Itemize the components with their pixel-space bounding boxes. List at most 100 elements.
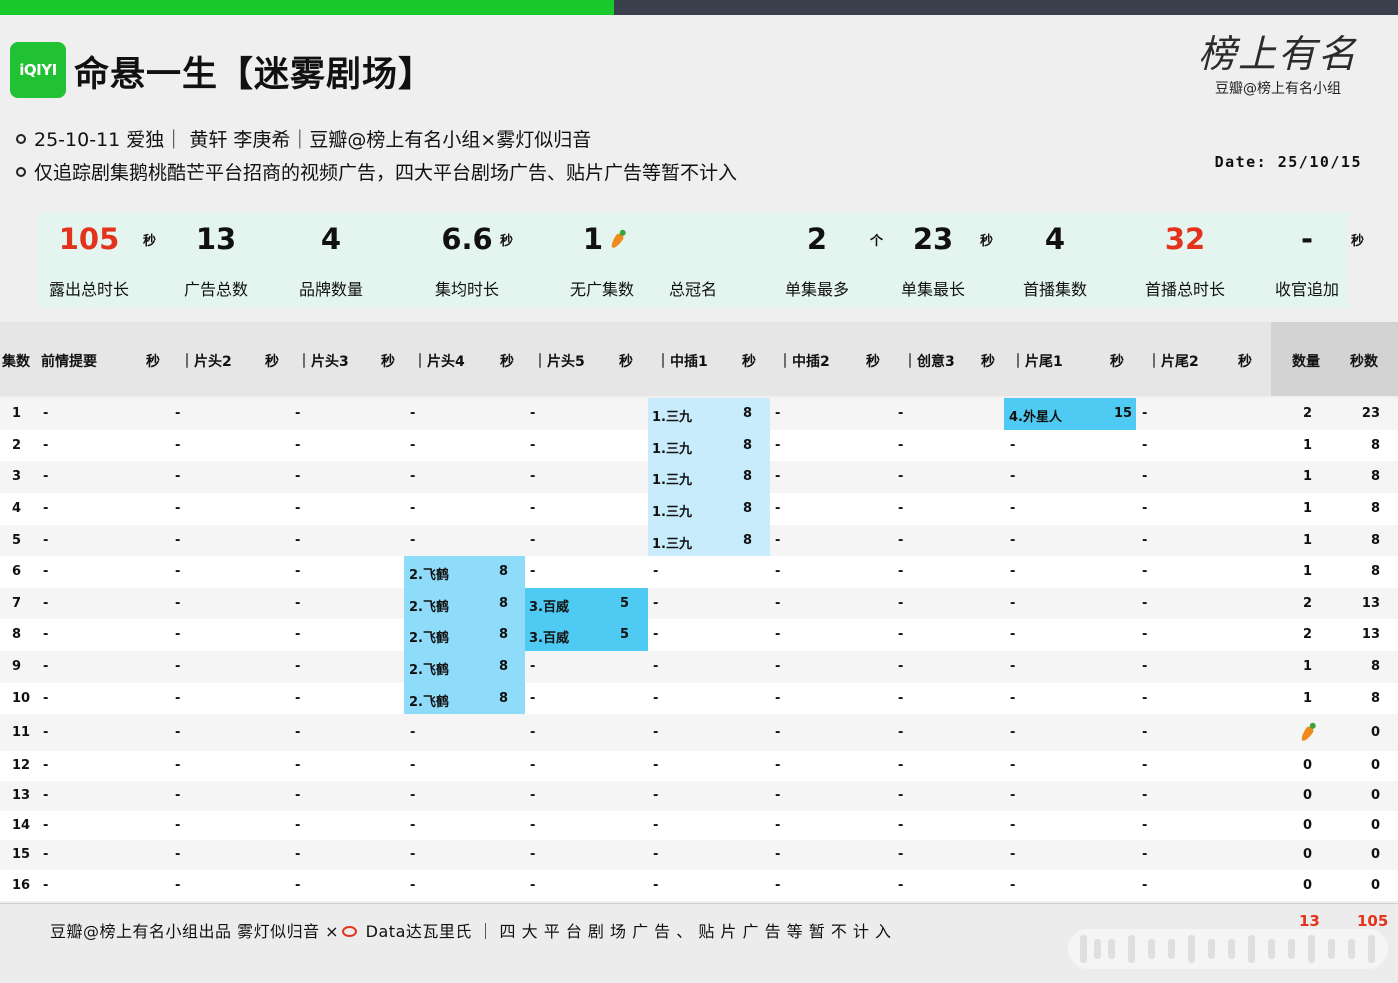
empty-cell: - [1142, 596, 1148, 611]
empty-cell: - [898, 438, 904, 453]
top-green-bar [0, 0, 614, 15]
empty-cell: - [653, 878, 659, 893]
empty-cell: - [43, 533, 49, 548]
empty-cell: - [175, 533, 181, 548]
empty-cell: - [410, 725, 416, 740]
empty-cell: - [530, 847, 536, 862]
empty-cell: - [295, 847, 301, 862]
ad-seconds-cell: 8 [499, 659, 509, 674]
watermark-bar [1288, 939, 1295, 959]
empty-cell: - [175, 596, 181, 611]
empty-cell: - [295, 469, 301, 484]
empty-cell: - [1010, 438, 1016, 453]
empty-cell: - [175, 788, 181, 803]
empty-cell: - [43, 469, 49, 484]
column-header: ｜片头3 [297, 354, 349, 370]
row-ad-count: 1 [1303, 438, 1313, 453]
empty-cell: - [898, 406, 904, 421]
empty-cell: - [530, 659, 536, 674]
empty-cell: - [295, 818, 301, 833]
empty-cell: - [653, 758, 659, 773]
table-row [0, 588, 1398, 619]
empty-cell: - [898, 878, 904, 893]
empty-cell: - [1142, 725, 1148, 740]
stat-label: 集均时长 [434, 280, 499, 299]
row-total-seconds: 0 [1370, 758, 1380, 773]
empty-cell: - [43, 725, 49, 740]
empty-cell: - [410, 501, 416, 516]
episode-number: 15 [12, 847, 31, 862]
table-row [0, 781, 1398, 811]
empty-cell: - [410, 469, 416, 484]
stat-value: - [1300, 222, 1314, 256]
episode-number: 2 [12, 438, 22, 453]
column-header: 秒 [500, 354, 514, 370]
stat-label: 收官追加 [1274, 280, 1339, 299]
row-ad-count: 0 [1303, 878, 1313, 893]
footer-credit: 豆瓣@榜上有名小组出品 雾灯似归音 × Data达瓦里氏 ｜ 四 大 平 台 剧… [50, 918, 892, 942]
empty-cell: - [775, 878, 781, 893]
empty-cell: - [175, 627, 181, 642]
row-total-seconds: 8 [1370, 501, 1380, 516]
ad-brand-cell: 1.三九 [652, 537, 692, 552]
row-ad-count: 1 [1303, 469, 1313, 484]
top-color-bar [0, 0, 1398, 15]
table-row [0, 811, 1398, 840]
empty-cell: - [43, 438, 49, 453]
info-line-1: 25-10-11 爱独｜ 黄轩 李庚希｜豆瓣@榜上有名小组×雾灯似归音 [16, 125, 591, 152]
empty-cell: - [43, 818, 49, 833]
empty-cell: - [530, 878, 536, 893]
table-header: 集数 前情提要 秒 ｜片头2 秒 ｜片头3 秒 ｜片头4 秒 ｜片头5 秒 ｜中插1 秒 ｜中插2 秒 ｜创意… [0, 322, 1398, 396]
row-total-seconds: 0 [1370, 878, 1380, 893]
stat-label: 首播集数 [1022, 280, 1087, 299]
stat-unit: 秒 [980, 234, 994, 249]
empty-cell: - [775, 406, 781, 421]
empty-cell: - [1010, 564, 1016, 579]
empty-cell: - [1010, 533, 1016, 548]
empty-cell: - [1010, 691, 1016, 706]
stat-label: 广告总数 [183, 280, 248, 299]
empty-cell: - [43, 788, 49, 803]
row-total-seconds: 0 [1370, 847, 1380, 862]
empty-cell: - [898, 725, 904, 740]
empty-cell: - [1010, 596, 1016, 611]
empty-cell: - [295, 788, 301, 803]
empty-cell: - [775, 596, 781, 611]
empty-cell: - [295, 627, 301, 642]
stat-label: 单集最长 [900, 280, 965, 299]
empty-cell: - [1142, 469, 1148, 484]
empty-cell: - [898, 847, 904, 862]
empty-cell: - [653, 564, 659, 579]
episode-number: 13 [12, 788, 31, 803]
empty-cell: - [410, 533, 416, 548]
row-ad-count: 0 [1303, 847, 1313, 862]
empty-cell: - [1142, 438, 1148, 453]
row-ad-count: 0 [1303, 788, 1313, 803]
empty-cell: - [295, 878, 301, 893]
watermark-bar [1094, 939, 1101, 959]
episode-number: 14 [12, 818, 31, 833]
stat-value: 4 [1044, 222, 1066, 256]
empty-cell: - [1142, 818, 1148, 833]
empty-cell: - [43, 564, 49, 579]
empty-cell: - [1010, 469, 1016, 484]
watermark-bar [1268, 939, 1275, 959]
empty-cell: - [775, 438, 781, 453]
column-header: 秒 [381, 354, 395, 370]
row-ad-count: 0 [1303, 758, 1313, 773]
empty-cell: - [1142, 533, 1148, 548]
empty-cell: - [898, 818, 904, 833]
empty-cell: - [1142, 691, 1148, 706]
column-header: 集数 [2, 354, 30, 370]
empty-cell: - [530, 758, 536, 773]
empty-cell: - [775, 788, 781, 803]
empty-cell: - [898, 758, 904, 773]
ad-brand-cell: 1.三九 [652, 410, 692, 425]
watermark-bar [1128, 935, 1135, 963]
ad-seconds-cell: 8 [743, 406, 753, 421]
empty-cell: - [775, 659, 781, 674]
empty-cell: - [295, 533, 301, 548]
row-total-seconds: 23 [1361, 406, 1380, 421]
table-row [0, 751, 1398, 781]
watermark-bar [1188, 935, 1195, 963]
